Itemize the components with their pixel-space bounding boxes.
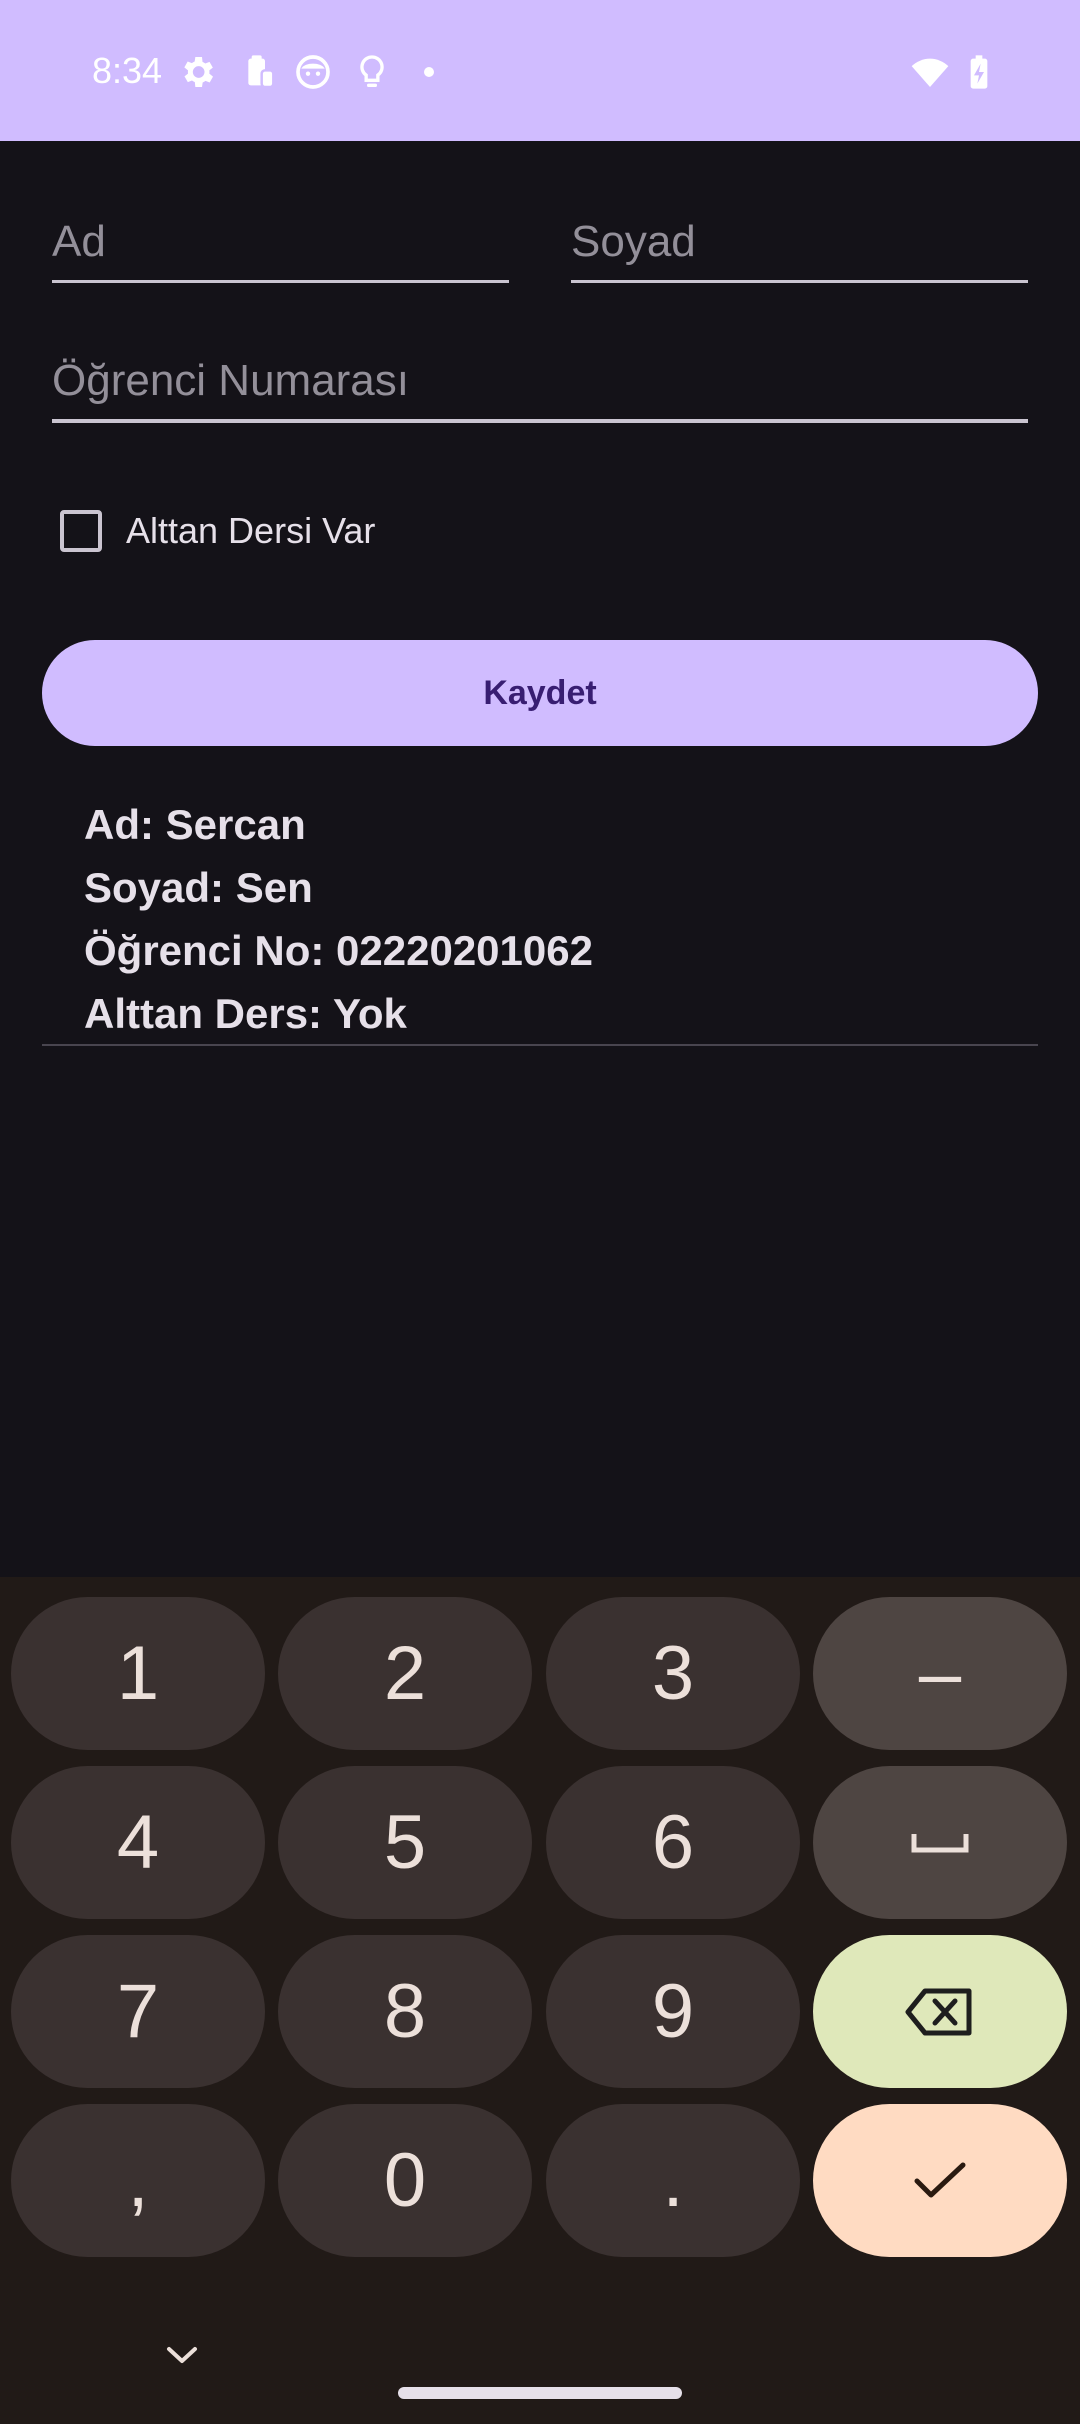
last-name-field[interactable] xyxy=(571,207,1028,283)
key-3[interactable]: 3 xyxy=(546,1597,800,1750)
result-first-name: Ad: Sercan xyxy=(84,801,306,848)
clipboard-icon xyxy=(248,55,275,89)
key-9[interactable]: 9 xyxy=(546,1935,800,2088)
failed-course-checkbox[interactable] xyxy=(60,510,102,552)
space-icon xyxy=(911,1833,969,1852)
save-button[interactable]: Kaydet xyxy=(42,640,1038,746)
settings-icon xyxy=(184,57,213,87)
face-icon xyxy=(296,55,330,89)
key-7[interactable]: 7 xyxy=(11,1935,265,2088)
key-space[interactable] xyxy=(813,1766,1067,1919)
status-bar: 8:34 xyxy=(0,0,1080,141)
key-1[interactable]: 1 xyxy=(11,1597,265,1750)
student-number-input[interactable] xyxy=(52,346,1028,416)
key-5[interactable]: 5 xyxy=(278,1766,532,1919)
first-name-field[interactable] xyxy=(52,207,509,283)
status-time: 8:34 xyxy=(92,50,163,91)
key-2[interactable]: 2 xyxy=(278,1597,532,1750)
wifi-icon xyxy=(911,58,949,87)
key-0[interactable]: 0 xyxy=(278,2104,532,2257)
key-comma[interactable]: , xyxy=(11,2104,265,2257)
key-8[interactable]: 8 xyxy=(278,1935,532,2088)
last-name-underline xyxy=(571,280,1028,283)
key-4[interactable]: 4 xyxy=(11,1766,265,1919)
result-failed-course: Alttan Ders: Yok xyxy=(84,990,407,1037)
key-period[interactable]: . xyxy=(546,2104,800,2257)
failed-course-checkbox-label: Alttan Dersi Var xyxy=(126,510,376,551)
numeric-keyboard: 1 2 3 – 4 5 6 7 8 9 , 0 . xyxy=(0,1577,1080,2424)
first-name-input[interactable] xyxy=(52,207,509,277)
collapse-keyboard-icon[interactable] xyxy=(166,2345,198,2365)
key-6[interactable]: 6 xyxy=(546,1766,800,1919)
key-done[interactable] xyxy=(813,2104,1067,2257)
result-divider xyxy=(42,1044,1038,1046)
student-number-field[interactable] xyxy=(52,346,1028,423)
key-backspace[interactable] xyxy=(813,1935,1067,2088)
last-name-input[interactable] xyxy=(571,207,1028,277)
battery-charging-icon xyxy=(970,55,988,89)
first-name-underline xyxy=(52,280,509,283)
result-last-name: Soyad: Sen xyxy=(84,864,313,911)
notification-dot-icon xyxy=(424,67,434,77)
student-form-screen: Alttan Dersi Var Kaydet Ad: Sercan Soyad… xyxy=(0,141,1080,1577)
failed-course-checkbox-row[interactable]: Alttan Dersi Var xyxy=(60,501,375,561)
lightbulb-icon xyxy=(360,55,384,87)
student-number-underline xyxy=(52,419,1028,423)
backspace-icon xyxy=(905,1988,972,2035)
home-indicator[interactable] xyxy=(398,2387,682,2399)
checkmark-icon xyxy=(914,2162,966,2197)
result-student-number: Öğrenci No: 02220201062 xyxy=(84,927,593,974)
key-dash[interactable]: – xyxy=(813,1597,1067,1750)
